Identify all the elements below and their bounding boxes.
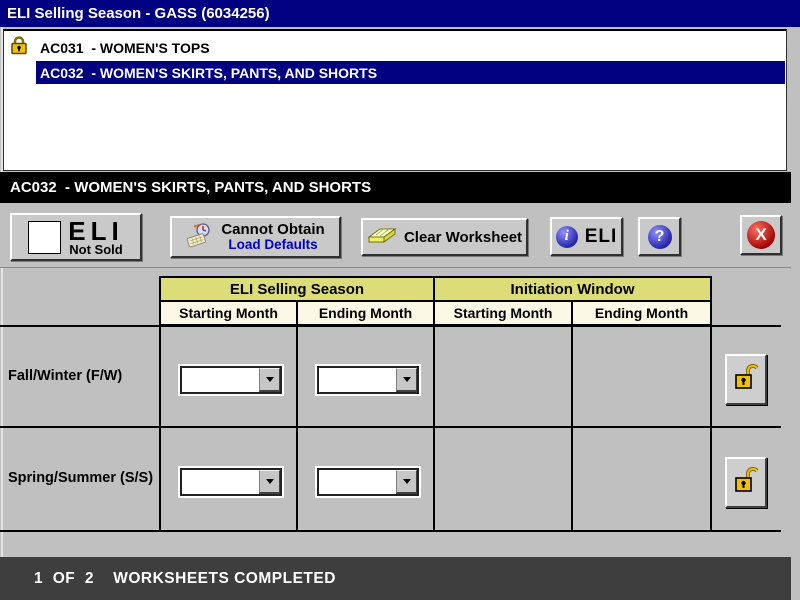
title-bar: ELI Selling Season - GASS (6034256) [0,0,800,27]
list-item-label: AC031 - WOMEN'S TOPS [40,40,210,56]
grid-vline-4 [571,327,573,530]
eli-not-sold-line1: ELI [68,215,124,246]
cannot-obtain-button[interactable]: Cannot Obtain Load Defaults [170,216,341,258]
grid-vline-1 [159,327,161,530]
column-header-label: Starting Month [179,305,278,321]
list-item-label: AC032 - WOMEN'S SKIRTS, PANTS, AND SHORT… [40,64,378,81]
lock-open-icon [733,361,759,398]
info-glyph: i [564,228,569,244]
load-defaults-line2: Load Defaults [228,237,318,252]
eli-info-button[interactable]: i ELI [550,217,623,256]
dropdown-value [182,368,259,392]
cannot-obtain-line1: Cannot Obtain [221,221,325,238]
grid-vline-2 [296,327,298,530]
fw-eli-ending-month-dropdown[interactable] [317,366,419,394]
column-header-init-starting-month: Starting Month [433,300,573,326]
dropdown-arrow-button[interactable] [396,470,417,494]
dropdown-value [319,368,396,392]
column-header-eli-ending-month: Ending Month [296,300,435,326]
eli-info-label: ELI [584,225,618,247]
ss-unlock-button[interactable] [725,457,767,508]
list-item-ac031[interactable]: AC031 - WOMEN'S TOPS [36,36,785,60]
row-label-fall-winter: Fall/Winter (F/W) [8,368,123,384]
column-header-label: Ending Month [318,305,413,321]
chevron-down-icon [402,479,411,484]
column-header-label: Ending Month [594,305,689,321]
close-icon: X [747,221,775,249]
list-item-ac032[interactable]: AC032 - WOMEN'S SKIRTS, PANTS, AND SHORT… [36,61,785,84]
grid-vline-3 [433,327,435,530]
grid-vline-5 [710,327,712,530]
dropdown-arrow-button[interactable] [396,368,417,392]
status-bar: 1 OF 2 WORKSHEETS COMPLETED [0,557,791,600]
grid-hline-middle [0,426,781,428]
chevron-down-icon [402,377,411,382]
eraser-icon [367,225,397,250]
fw-eli-starting-month-dropdown[interactable] [180,366,282,394]
fw-unlock-button[interactable] [725,354,767,405]
dropdown-arrow-button[interactable] [259,470,280,494]
clear-worksheet-label: Clear Worksheet [403,228,523,246]
eli-not-sold-button[interactable]: ELI Not Sold [10,213,142,261]
close-glyph: X [755,225,767,244]
chevron-down-icon [265,479,274,484]
keyboard-clock-icon [186,221,214,254]
category-listbox[interactable]: AC031 - WOMEN'S TOPS AC032 - WOMEN'S SKI… [3,29,787,171]
ss-eli-starting-month-dropdown[interactable] [180,468,282,496]
lock-open-icon [733,464,759,501]
clear-worksheet-button[interactable]: Clear Worksheet [361,218,528,256]
lock-closed-icon [10,35,28,60]
group-header-label: ELI Selling Season [229,280,365,298]
question-glyph: ? [654,227,665,245]
dropdown-value [319,470,396,494]
window-title: ELI Selling Season - GASS (6034256) [7,5,270,22]
close-button[interactable]: X [740,215,782,255]
column-header-init-ending-month: Ending Month [571,300,712,326]
ss-eli-ending-month-dropdown[interactable] [317,468,419,496]
info-icon: i [555,225,578,248]
eli-not-sold-checkbox-icon [28,220,62,254]
column-header-eli-starting-month: Starting Month [159,300,298,326]
dropdown-value [182,470,259,494]
grid-hline-bottom [0,530,781,532]
selected-category-text: AC032 - WOMEN'S SKIRTS, PANTS, AND SHORT… [10,179,372,196]
question-icon: ? [647,224,672,249]
group-header-eli-selling-season: ELI Selling Season [159,276,435,302]
group-header-label: Initiation Window [510,280,635,298]
column-header-label: Starting Month [453,305,553,321]
row-label-spring-summer: Spring/Summer (S/S) [8,470,154,486]
grid-hline-top [0,325,781,327]
group-header-initiation-window: Initiation Window [433,276,712,302]
worksheets-completed-text: 1 OF 2 WORKSHEETS COMPLETED [34,569,336,587]
toolbar: ELI Not Sold Cannot Obtain Load Defaults [0,203,791,268]
chevron-down-icon [265,377,274,382]
dropdown-arrow-button[interactable] [259,368,280,392]
help-button[interactable]: ? [638,217,681,256]
selected-category-banner: AC032 - WOMEN'S SKIRTS, PANTS, AND SHORT… [0,172,791,203]
eli-not-sold-line2: Not Sold [69,241,123,257]
